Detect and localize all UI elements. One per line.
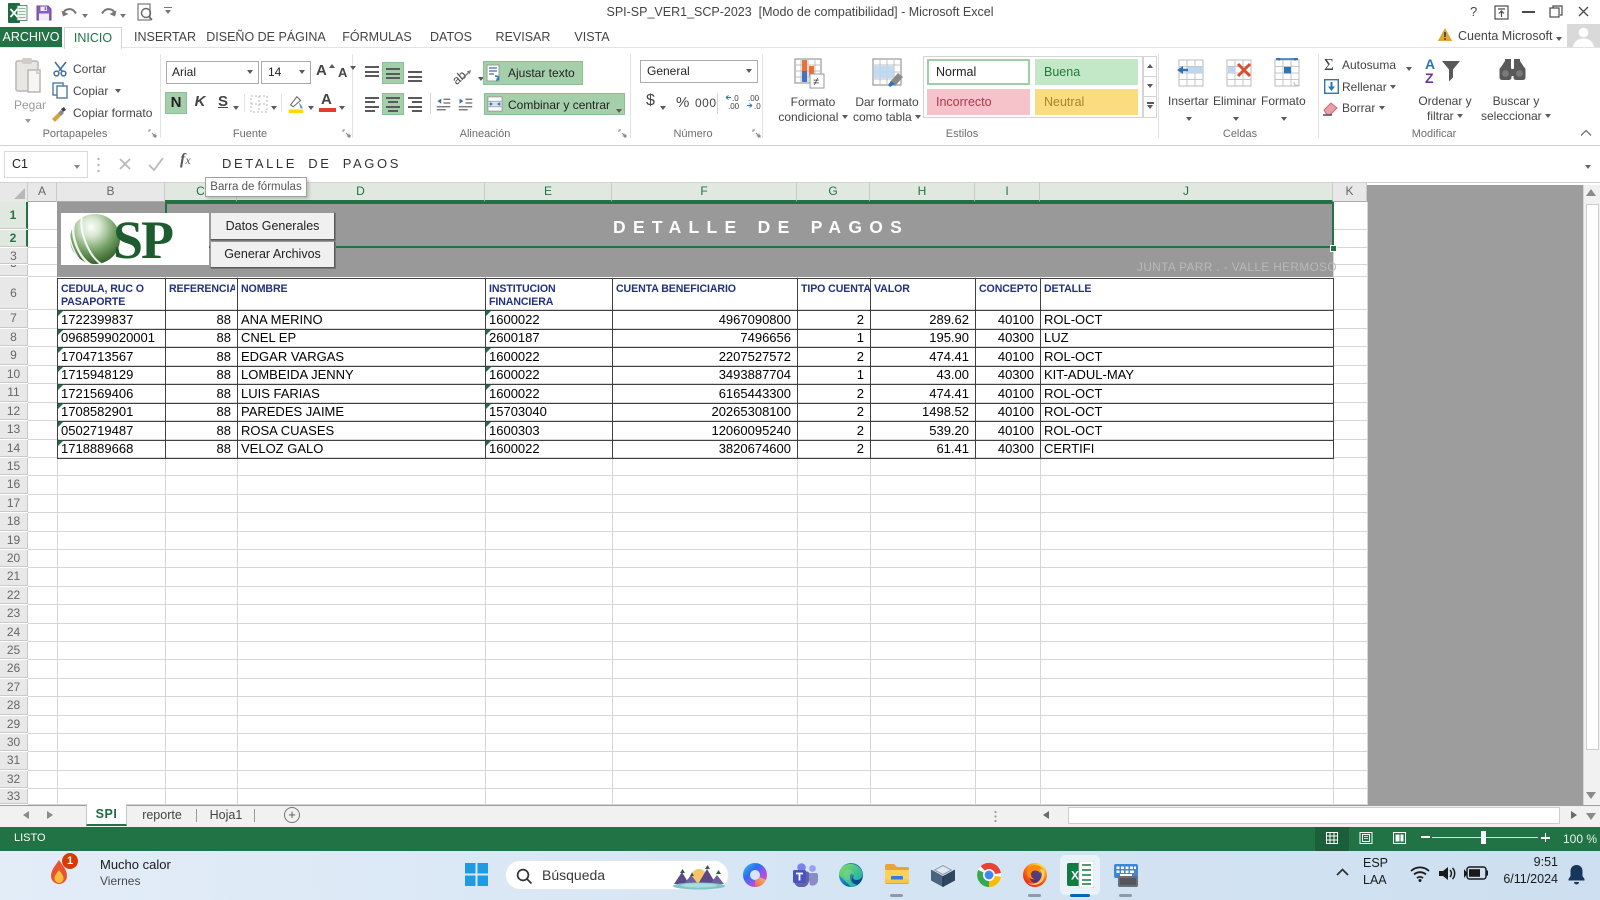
svg-text:.00: .00: [728, 102, 740, 110]
svg-text:.0: .0: [754, 102, 761, 110]
svg-text:≠: ≠: [813, 76, 819, 88]
svg-text:SP: SP: [113, 213, 173, 265]
svg-text:ab: ab: [450, 68, 469, 85]
svg-text:X: X: [1071, 869, 1079, 883]
